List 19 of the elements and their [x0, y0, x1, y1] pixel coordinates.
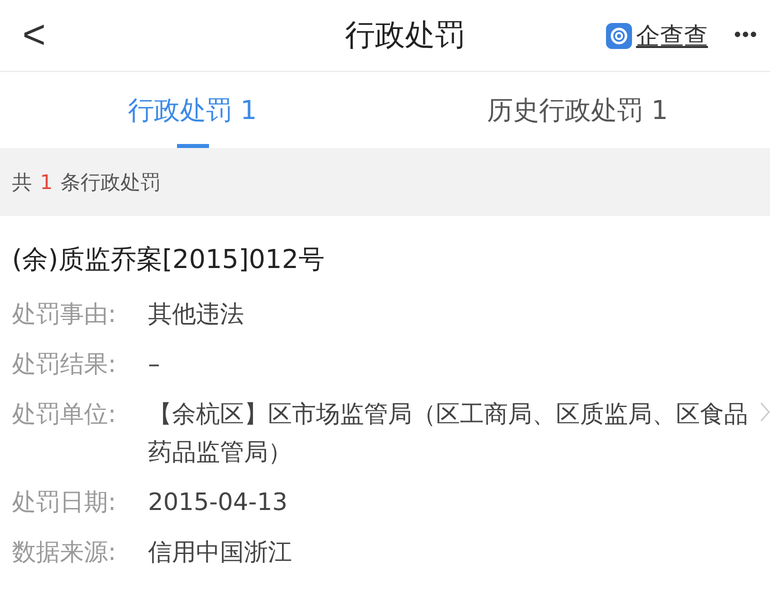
chevron-right-icon[interactable] [760, 402, 770, 422]
field-label: 数据来源: [12, 537, 118, 568]
summary-text: 共 [12, 168, 32, 196]
field-value: 2015-04-13 [148, 487, 288, 518]
field-label: 处罚事由: [12, 299, 118, 330]
more-button[interactable]: ••• [734, 24, 758, 47]
field-label: 处罚日期: [12, 487, 118, 518]
case-number: (余)质监乔案[2015]012号 [12, 244, 326, 277]
record-count: 1 [40, 170, 53, 194]
page-title: 行政处罚 [344, 17, 466, 55]
summary-text: 条行政处罚 [60, 168, 161, 196]
field-value: 信用中国浙江 [148, 537, 292, 568]
back-button[interactable]: < [14, 13, 54, 58]
field-label: 处罚结果: [12, 349, 118, 380]
brand-link[interactable]: 企查查 [636, 20, 708, 52]
field-value: – [148, 349, 160, 380]
field-value: 【余杭区】区市场监管局（区工商局、区质监局、区食品药品监管局） [148, 399, 748, 468]
field-value: 其他违法 [148, 299, 244, 330]
field-label: 处罚单位: [12, 399, 118, 430]
